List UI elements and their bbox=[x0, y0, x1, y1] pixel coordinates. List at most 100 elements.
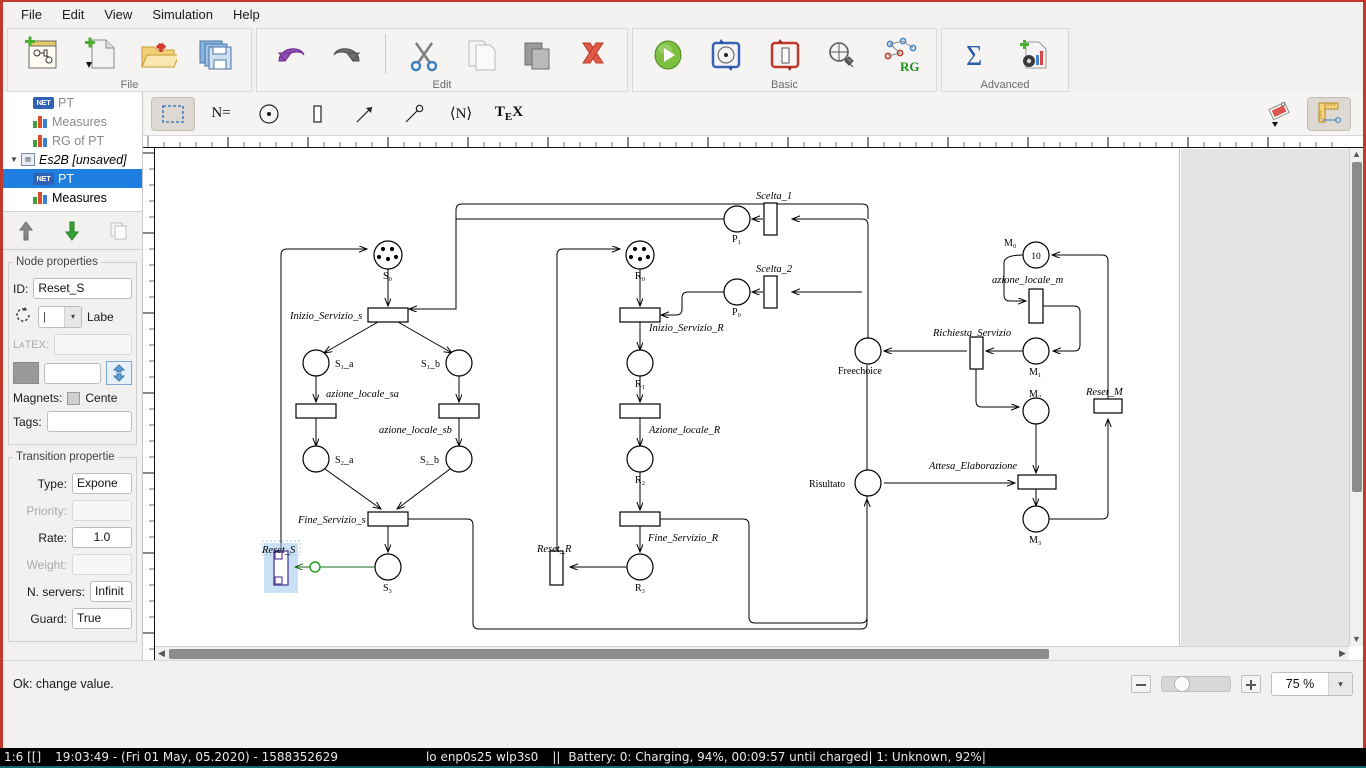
vertical-scrollbar[interactable]: ▲ ▼ bbox=[1349, 148, 1363, 646]
place-P1[interactable] bbox=[723, 205, 751, 233]
save-all-button[interactable] bbox=[191, 32, 241, 78]
inhibitor-arc-tool[interactable] bbox=[391, 97, 435, 131]
menu-file[interactable]: File bbox=[11, 5, 52, 24]
analysis-button[interactable] bbox=[818, 32, 868, 78]
redo-button[interactable] bbox=[323, 32, 371, 78]
chevron-down-icon[interactable]: ▼ bbox=[7, 155, 21, 164]
advanced-chart-button[interactable] bbox=[1009, 32, 1058, 78]
tex-tool[interactable]: TEX bbox=[487, 97, 531, 131]
scroll-down-icon[interactable]: ▼ bbox=[1350, 633, 1363, 646]
place-R0[interactable] bbox=[625, 240, 655, 270]
tags-input[interactable] bbox=[46, 411, 132, 432]
tree-item-measures-1[interactable]: Measures bbox=[3, 112, 142, 131]
transition-Inizio_Servizio_s[interactable] bbox=[367, 307, 409, 323]
zoom-slider-knob[interactable] bbox=[1174, 675, 1190, 692]
transition-Fine_Servizio_R[interactable] bbox=[619, 511, 661, 527]
arc-tool[interactable] bbox=[343, 97, 387, 131]
petri-net-graph[interactable]: S₀ Inizio_Servizio_s S₁_a S₁_b azione_lo… bbox=[156, 149, 1180, 646]
transition-guard-input[interactable]: True bbox=[72, 608, 132, 629]
marking-tool[interactable]: N= bbox=[199, 97, 243, 131]
transition-Azione_locale_R[interactable] bbox=[619, 403, 661, 419]
zoom-level-select[interactable]: 75 % ▾ bbox=[1271, 671, 1353, 696]
rg-graph-button[interactable]: RG bbox=[876, 32, 926, 78]
chevron-down-icon[interactable]: ▾ bbox=[64, 306, 81, 327]
canvas-page[interactable]: S₀ Inizio_Servizio_s S₁_a S₁_b azione_lo… bbox=[156, 149, 1180, 646]
menu-edit[interactable]: Edit bbox=[52, 5, 94, 24]
project-tree[interactable]: NET PT Measures RG of PT ▼ ▤ Es2B [unsav… bbox=[3, 92, 142, 212]
copy-button[interactable] bbox=[456, 32, 504, 78]
transition-rate-input[interactable]: 1.0 bbox=[72, 527, 132, 548]
undo-button[interactable] bbox=[267, 32, 315, 78]
place-Freechoice[interactable] bbox=[854, 337, 882, 365]
color-swatch[interactable] bbox=[13, 362, 39, 384]
place-P0[interactable] bbox=[723, 278, 751, 306]
transition-weight-input[interactable] bbox=[72, 554, 132, 575]
transition-Reset_S[interactable] bbox=[273, 550, 289, 586]
transition-azione_locale_sb[interactable] bbox=[438, 403, 480, 419]
play-button[interactable] bbox=[643, 32, 693, 78]
zoom-out-button[interactable] bbox=[1131, 674, 1151, 693]
node-id-input[interactable]: Reset_S bbox=[33, 278, 132, 299]
menu-help[interactable]: Help bbox=[223, 5, 270, 24]
tree-item-pt-1[interactable]: NET PT bbox=[3, 93, 142, 112]
scroll-up-icon[interactable]: ▲ bbox=[1350, 148, 1363, 161]
tree-item-measures-2[interactable]: Measures bbox=[3, 188, 142, 207]
place-R2[interactable] bbox=[626, 445, 654, 473]
token-game-button[interactable] bbox=[759, 32, 809, 78]
transition-tool[interactable] bbox=[295, 97, 339, 131]
move-down-button[interactable] bbox=[57, 217, 87, 245]
place-S3[interactable] bbox=[374, 553, 402, 581]
tree-item-es2b[interactable]: ▼ ▤ Es2B [unsaved] bbox=[3, 150, 142, 169]
color-palette-tool[interactable] bbox=[1259, 97, 1303, 131]
latex-input[interactable] bbox=[54, 334, 132, 355]
simulation-button[interactable] bbox=[701, 32, 751, 78]
place-R3[interactable] bbox=[626, 553, 654, 581]
horizontal-scroll-thumb[interactable] bbox=[169, 649, 1049, 659]
menu-simulation[interactable]: Simulation bbox=[142, 5, 223, 24]
transition-type-input[interactable]: Expone bbox=[72, 473, 132, 494]
transition-Attesa_Elaborazione[interactable] bbox=[1017, 474, 1057, 490]
place-S2_b[interactable] bbox=[445, 445, 473, 473]
magnets-checkbox[interactable] bbox=[67, 391, 81, 405]
cut-button[interactable] bbox=[400, 32, 448, 78]
scroll-left-icon[interactable]: ◀ bbox=[155, 647, 168, 660]
transition-servers-input[interactable]: Infinit bbox=[90, 581, 132, 602]
select-tool[interactable] bbox=[151, 96, 195, 131]
expected-value-tool[interactable]: ⟨N⟩ bbox=[439, 97, 483, 131]
rotate-icon[interactable] bbox=[13, 305, 33, 328]
transition-Reset_R[interactable] bbox=[549, 550, 564, 586]
menu-view[interactable]: View bbox=[94, 5, 142, 24]
node-angle-select[interactable]: | ▾ bbox=[38, 305, 82, 328]
open-folder-button[interactable] bbox=[134, 32, 184, 78]
transition-Scelta_1[interactable] bbox=[763, 202, 778, 236]
place-R1[interactable] bbox=[626, 349, 654, 377]
delete-button[interactable] bbox=[569, 32, 617, 78]
tree-item-rg-of-pt[interactable]: RG of PT bbox=[3, 131, 142, 150]
place-S1_a[interactable] bbox=[302, 349, 330, 377]
transition-azione_locale_m[interactable] bbox=[1028, 288, 1044, 324]
transition-priority-input[interactable] bbox=[72, 500, 132, 521]
transition-Richiesta_Servizio[interactable] bbox=[969, 336, 984, 370]
horizontal-scrollbar[interactable]: ◀ ▶ bbox=[155, 646, 1349, 660]
transition-Fine_Servizio_s[interactable] bbox=[367, 511, 409, 527]
new-net-button[interactable] bbox=[18, 32, 68, 78]
zoom-in-button[interactable] bbox=[1241, 674, 1261, 693]
place-S0[interactable] bbox=[373, 240, 403, 270]
transition-Inizio_Servizio_R[interactable] bbox=[619, 307, 661, 323]
place-M2[interactable] bbox=[1022, 397, 1050, 425]
petri-net-canvas[interactable]: S₀ Inizio_Servizio_s S₁_a S₁_b azione_lo… bbox=[156, 149, 1349, 646]
scroll-right-icon[interactable]: ▶ bbox=[1336, 647, 1349, 660]
place-M3[interactable] bbox=[1022, 505, 1050, 533]
transition-Scelta_2[interactable] bbox=[763, 275, 778, 309]
new-document-button[interactable] bbox=[76, 32, 126, 78]
vertical-scroll-thumb[interactable] bbox=[1352, 162, 1362, 492]
updown-arrows-icon[interactable] bbox=[106, 361, 132, 385]
place-tool[interactable] bbox=[247, 97, 291, 131]
move-up-button[interactable] bbox=[11, 217, 41, 245]
place-S2_a[interactable] bbox=[302, 445, 330, 473]
tree-item-pt-selected[interactable]: NET PT bbox=[3, 169, 142, 188]
duplicate-button[interactable] bbox=[104, 217, 134, 245]
zoom-slider[interactable] bbox=[1161, 675, 1231, 692]
arc-midpoint-handle[interactable] bbox=[309, 561, 321, 573]
transition-azione_locale_sa[interactable] bbox=[295, 403, 337, 419]
